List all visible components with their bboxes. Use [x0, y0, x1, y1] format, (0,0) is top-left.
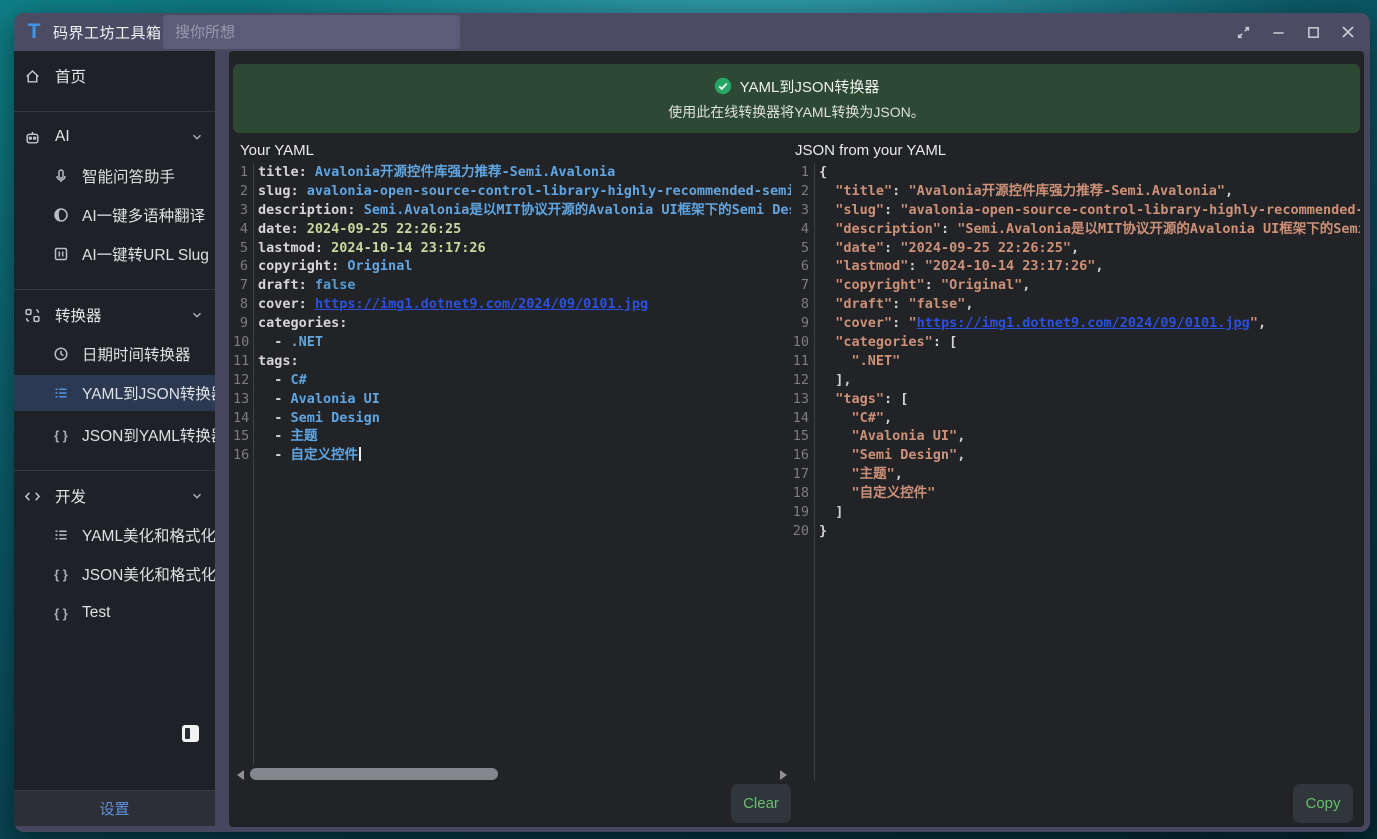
title-bar: T 码界工坊工具箱 [14, 13, 1370, 51]
moon-globe-icon [52, 206, 70, 224]
sidebar-section-converters[interactable]: 转换器 [14, 300, 215, 330]
sidebar-item-label: 智能问答助手 [82, 165, 175, 187]
sidebar-divider [14, 111, 215, 112]
sidebar-item-label: 首页 [55, 65, 86, 87]
home-icon [24, 68, 41, 85]
chevron-down-icon[interactable] [190, 308, 204, 322]
robot-icon [24, 129, 41, 146]
clock-icon [52, 345, 70, 363]
scrollbar-thumb[interactable] [250, 768, 498, 780]
json-pane-header: JSON from your YAML [791, 142, 1360, 163]
sidebar-collapse-icon[interactable] [182, 725, 199, 742]
microphone-icon [52, 167, 70, 185]
yaml-horizontal-scrollbar [233, 767, 791, 781]
main-content: YAML到JSON转换器 使用此在线转换器将YAML转换为JSON。 Your … [229, 51, 1364, 827]
sidebar-item-qa-assistant[interactable]: 智能问答助手 [14, 161, 215, 191]
yaml-input[interactable]: title: Avalonia开源控件库强力推荐-Semi.Avaloniasl… [254, 163, 791, 765]
braces-icon: { } [52, 565, 70, 583]
sidebar-item-label: JSON美化和格式化 [82, 563, 215, 585]
list-icon [52, 526, 70, 544]
sidebar-item-yaml-to-json[interactable]: YAML到JSON转换器 [14, 375, 215, 411]
maximize-icon[interactable] [1303, 22, 1323, 42]
yaml-pane-header: Your YAML [233, 142, 791, 163]
yaml-line-numbers: 12345678910111213141516 [233, 163, 254, 765]
sidebar-item-ai-url-slug[interactable]: AI一键转URL Slug [14, 239, 215, 269]
sidebar-item-home[interactable]: 首页 [14, 61, 215, 91]
chevron-down-icon[interactable] [190, 489, 204, 503]
json-output[interactable]: { "title": "Avalonia开源控件库强力推荐-Semi.Avalo… [815, 163, 1360, 781]
app-window: T 码界工坊工具箱 首页 [14, 13, 1370, 832]
json-line-numbers: 1234567891011121314151617181920 [791, 163, 815, 781]
sidebar-item-label: JSON到YAML转换器 [82, 424, 215, 446]
pause-square-icon [52, 245, 70, 263]
code-icon [24, 488, 41, 505]
clear-button[interactable]: Clear [731, 784, 791, 823]
close-icon[interactable] [1338, 22, 1358, 42]
search-input[interactable] [163, 15, 460, 49]
list-icon [52, 384, 70, 402]
sidebar-section-label: 开发 [55, 485, 86, 507]
sidebar-divider [14, 470, 215, 471]
window-controls [1233, 13, 1358, 51]
json-editor[interactable]: 1234567891011121314151617181920 { "title… [791, 163, 1360, 781]
sidebar-section-dev[interactable]: 开发 [14, 481, 215, 511]
check-circle-icon [714, 77, 732, 95]
sidebar-section-label: AI [55, 128, 70, 146]
app-logo-icon: T [23, 21, 45, 43]
chevron-down-icon[interactable] [190, 130, 204, 144]
sidebar-item-label: AI一键多语种翻译 [82, 204, 205, 226]
copy-button[interactable]: Copy [1293, 784, 1353, 823]
sidebar-item-label: AI一键转URL Slug [82, 243, 209, 265]
sidebar-section-label: 转换器 [55, 304, 102, 326]
sidebar-footer: 设置 [14, 790, 215, 826]
sidebar: 首页 AI 智能问答助手 [14, 51, 215, 826]
yaml-pane: Your YAML 12345678910111213141516 title:… [233, 142, 791, 827]
scroll-right-icon[interactable] [780, 770, 787, 780]
tool-banner: YAML到JSON转换器 使用此在线转换器将YAML转换为JSON。 [233, 64, 1360, 133]
sidebar-item-json-to-yaml[interactable]: { } JSON到YAML转换器 [14, 420, 215, 450]
app-title: 码界工坊工具箱 [53, 22, 162, 43]
sidebar-item-label: YAML到JSON转换器 [82, 382, 215, 404]
sidebar-item-test[interactable]: { } Test [14, 598, 215, 628]
braces-icon: { } [52, 426, 70, 444]
settings-link[interactable]: 设置 [99, 798, 129, 819]
banner-title: YAML到JSON转换器 [740, 76, 880, 97]
banner-subtitle: 使用此在线转换器将YAML转换为JSON。 [668, 102, 924, 122]
transform-icon [24, 307, 41, 324]
sidebar-item-label: Test [82, 604, 110, 622]
sidebar-divider [14, 289, 215, 290]
braces-icon: { } [52, 604, 70, 622]
minimize-icon[interactable] [1268, 22, 1288, 42]
json-pane: JSON from your YAML 12345678910111213141… [791, 142, 1360, 827]
sidebar-item-datetime-converter[interactable]: 日期时间转换器 [14, 339, 215, 369]
sidebar-item-json-beautify[interactable]: { } JSON美化和格式化 [14, 559, 215, 589]
sidebar-section-ai[interactable]: AI [14, 122, 215, 152]
sidebar-item-label: YAML美化和格式化 [82, 524, 215, 546]
yaml-editor[interactable]: 12345678910111213141516 title: Avalonia开… [233, 163, 791, 765]
sidebar-item-ai-translate[interactable]: AI一键多语种翻译 [14, 200, 215, 230]
sidebar-item-label: 日期时间转换器 [82, 343, 191, 365]
sidebar-item-yaml-beautify[interactable]: YAML美化和格式化 [14, 520, 215, 550]
scroll-left-icon[interactable] [237, 770, 244, 780]
fullscreen-icon[interactable] [1233, 22, 1253, 42]
